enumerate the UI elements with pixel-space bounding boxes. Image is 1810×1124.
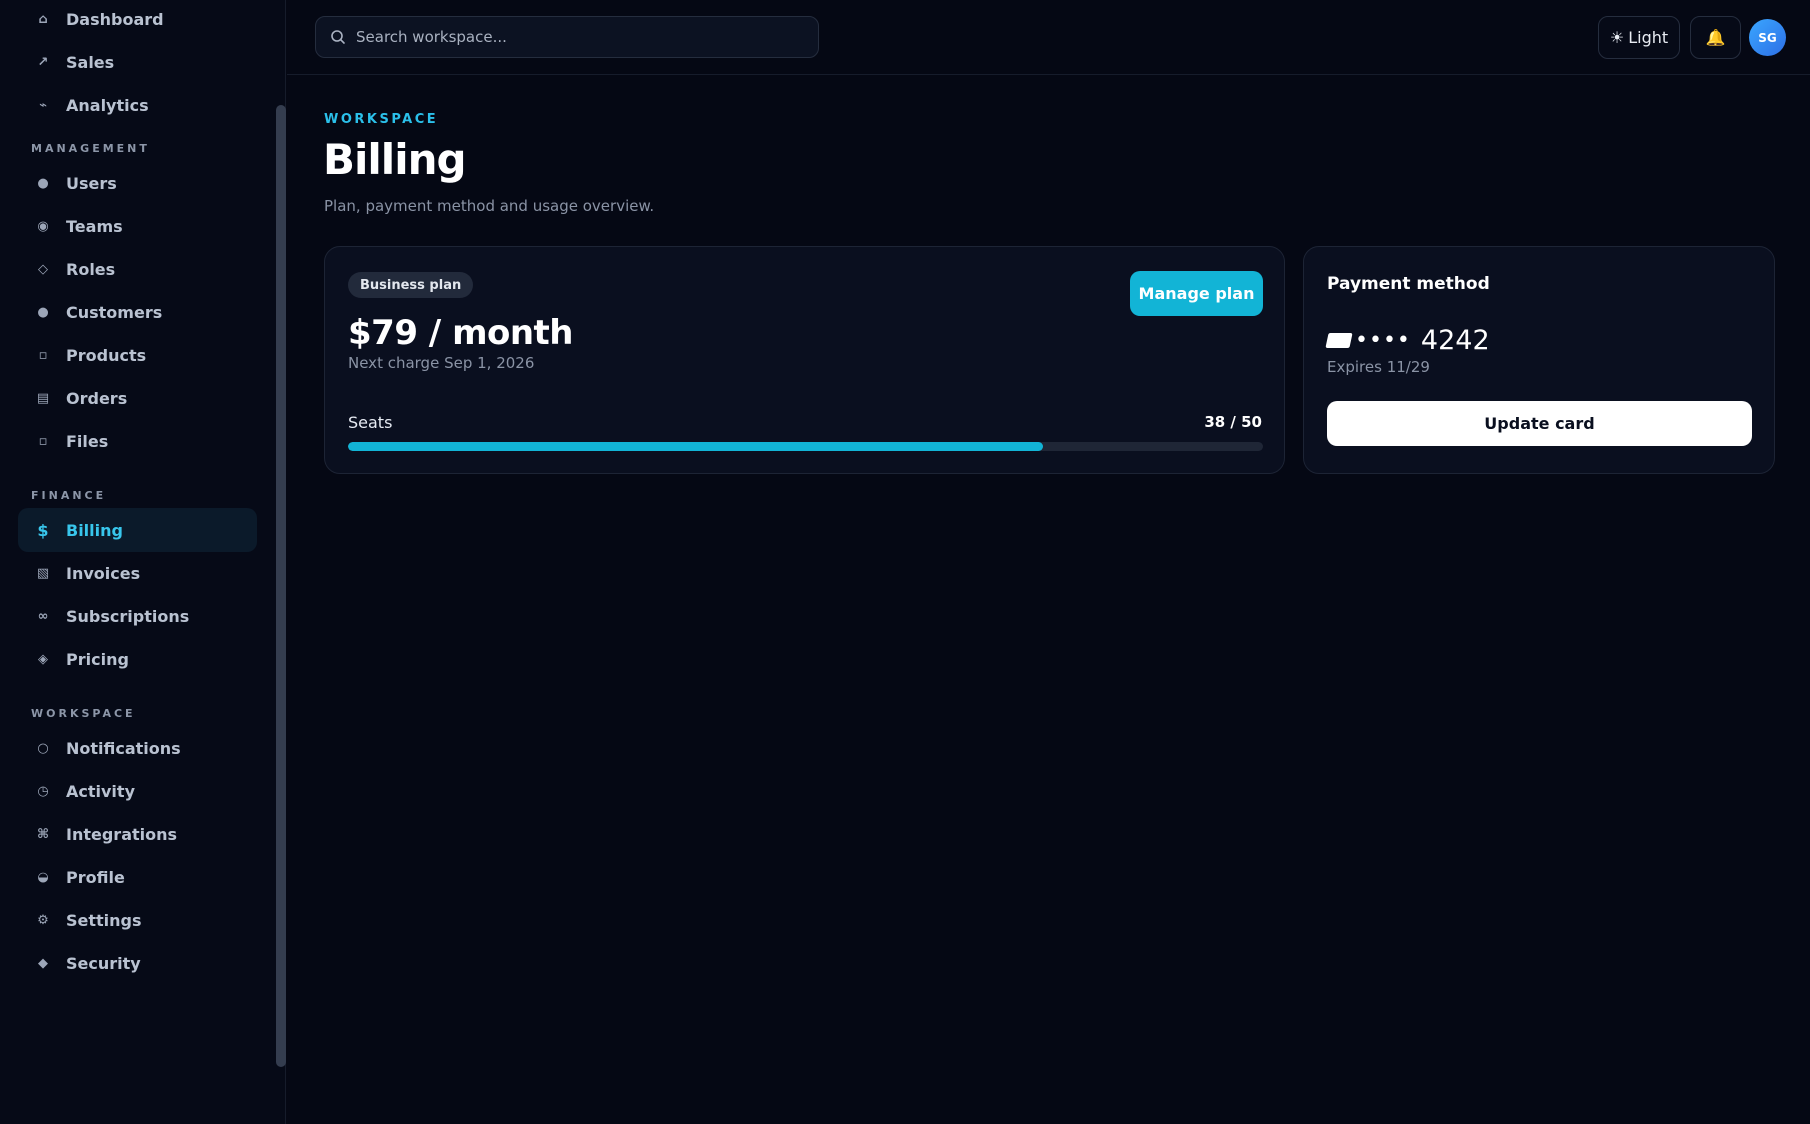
page-subtitle: Plan, payment method and usage overview. [324, 197, 655, 215]
sidebar-item-label: Billing [66, 520, 123, 540]
teams-icon: ◉ [37, 218, 49, 234]
manage-plan-button[interactable]: Manage plan [1130, 271, 1263, 316]
profile-icon: ◒ [37, 869, 49, 885]
topbar: ☀ Light 🔔 SG [287, 0, 1810, 75]
update-card-button[interactable]: Update card [1327, 401, 1752, 446]
card-masked-digits: •••• [1355, 328, 1411, 353]
integrations-icon: ⌘ [36, 826, 50, 842]
payment-method-title: Payment method [1327, 274, 1490, 294]
analytics-icon: ⌁ [39, 97, 47, 113]
next-charge-text: Next charge Sep 1, 2026 [348, 354, 535, 372]
sidebar-item-teams[interactable]: ◉ Teams [18, 204, 257, 248]
sidebar-item-label: Sales [66, 52, 115, 72]
plan-badge: Business plan [348, 272, 474, 298]
bell-icon: 🔔 [1705, 28, 1726, 47]
sidebar-item-security[interactable]: ◆ Security [18, 941, 257, 985]
sidebar-nav: ⌂ Dashboard ↗ Sales ⌁ Analytics MANAGEMENT ● Use… [0, 0, 270, 1124]
sidebar-item-roles[interactable]: ◇ Roles [18, 247, 257, 291]
sidebar-item-users[interactable]: ● Users [18, 161, 257, 205]
seats-label: Seats [348, 413, 393, 432]
page-eyebrow: WORKSPACE [324, 112, 439, 127]
users-icon: ● [37, 175, 49, 191]
sidebar-item-label: Teams [66, 216, 123, 236]
sidebar-item-label: Files [66, 431, 109, 451]
plan-price: $79 / month [348, 313, 574, 353]
notifications-button[interactable]: 🔔 [1690, 16, 1741, 59]
avatar[interactable]: SG [1749, 19, 1786, 56]
sidebar-item-files[interactable]: ▫ Files [18, 419, 257, 463]
sidebar-item-label: Roles [66, 259, 116, 279]
home-icon: ⌂ [38, 11, 48, 27]
sidebar-item-activity[interactable]: ◷ Activity [18, 769, 257, 813]
card-number: •••• 4242 [1325, 325, 1490, 356]
subscriptions-icon: ∞ [37, 608, 49, 624]
orders-icon: ▤ [36, 390, 50, 406]
sidebar-item-label: Dashboard [66, 9, 164, 29]
pricing-icon: ◈ [38, 651, 48, 667]
files-icon: ▫ [38, 433, 48, 449]
theme-toggle-button[interactable]: ☀ Light [1598, 16, 1680, 59]
sidebar-item-label: Security [66, 953, 141, 973]
sidebar-item-label: Subscriptions [66, 606, 190, 626]
dollar-icon: $ [37, 520, 49, 540]
sidebar-item-pricing[interactable]: ◈ Pricing [18, 637, 257, 681]
theme-toggle-label: Light [1628, 28, 1669, 47]
sidebar-section-workspace: WORKSPACE [31, 707, 136, 720]
roles-icon: ◇ [38, 261, 48, 277]
seats-progress-fill [348, 442, 1044, 451]
sidebar-item-label: Analytics [66, 95, 149, 115]
sidebar-item-billing[interactable]: $ Billing [18, 508, 257, 552]
payment-card: Payment method •••• 4242 Expires 11/29 U… [1303, 246, 1775, 474]
sidebar-item-label: Users [66, 173, 117, 193]
sidebar-item-label: Settings [66, 910, 142, 930]
sidebar-item-subscriptions[interactable]: ∞ Subscriptions [18, 594, 257, 638]
sidebar-item-label: Customers [66, 302, 163, 322]
sidebar-item-label: Activity [66, 781, 135, 801]
sidebar-item-label: Notifications [66, 738, 181, 758]
sidebar-item-integrations[interactable]: ⌘ Integrations [18, 812, 257, 856]
sidebar-item-label: Orders [66, 388, 128, 408]
sidebar-item-products[interactable]: ▫ Products [18, 333, 257, 377]
sun-icon: ☀ [1609, 28, 1625, 47]
sidebar-item-label: Invoices [66, 563, 141, 583]
plan-card: Business plan $79 / month Next charge Se… [324, 246, 1285, 474]
search-icon [331, 30, 345, 44]
invoices-icon: ▧ [36, 565, 50, 581]
products-icon: ▫ [38, 347, 48, 363]
sidebar-item-dashboard[interactable]: ⌂ Dashboard [18, 0, 257, 41]
sidebar-item-analytics[interactable]: ⌁ Analytics [18, 83, 257, 127]
customers-icon: ● [37, 304, 49, 320]
activity-icon: ◷ [37, 783, 49, 799]
trend-up-icon: ↗ [37, 54, 49, 70]
sidebar-item-label: Profile [66, 867, 125, 887]
notifications-icon: ○ [37, 740, 49, 756]
search-input[interactable] [356, 28, 796, 46]
seats-count: 38 / 50 [1204, 413, 1262, 431]
sidebar-item-label: Integrations [66, 824, 178, 844]
sidebar-item-settings[interactable]: ⚙ Settings [18, 898, 257, 942]
settings-icon: ⚙ [37, 912, 49, 928]
sidebar-item-profile[interactable]: ◒ Profile [18, 855, 257, 899]
sidebar-item-orders[interactable]: ▤ Orders [18, 376, 257, 420]
sidebar-item-customers[interactable]: ● Customers [18, 290, 257, 334]
card-last4: 4242 [1420, 325, 1490, 356]
avatar-initials: SG [1758, 30, 1777, 45]
card-expiry: Expires 11/29 [1327, 358, 1430, 376]
sidebar-item-label: Products [66, 345, 147, 365]
sidebar-scrollbar[interactable] [276, 105, 286, 1067]
credit-card-icon [1325, 333, 1353, 348]
search-box[interactable] [315, 16, 819, 58]
sidebar-section-management: MANAGEMENT [31, 142, 150, 155]
page-title: Billing [323, 135, 467, 184]
app-root: ⌂ Dashboard ↗ Sales ⌁ Analytics MANAGEMENT ● Use… [0, 0, 1810, 1124]
sidebar-item-notifications[interactable]: ○ Notifications [18, 726, 257, 770]
sidebar-section-finance: FINANCE [31, 489, 107, 502]
sidebar-item-label: Pricing [66, 649, 129, 669]
sidebar-item-invoices[interactable]: ▧ Invoices [18, 551, 257, 595]
seats-progress-bar [348, 442, 1263, 451]
security-icon: ◆ [38, 955, 48, 971]
sidebar: ⌂ Dashboard ↗ Sales ⌁ Analytics MANAGEMENT ● Use… [0, 0, 286, 1124]
sidebar-item-sales[interactable]: ↗ Sales [18, 40, 257, 84]
